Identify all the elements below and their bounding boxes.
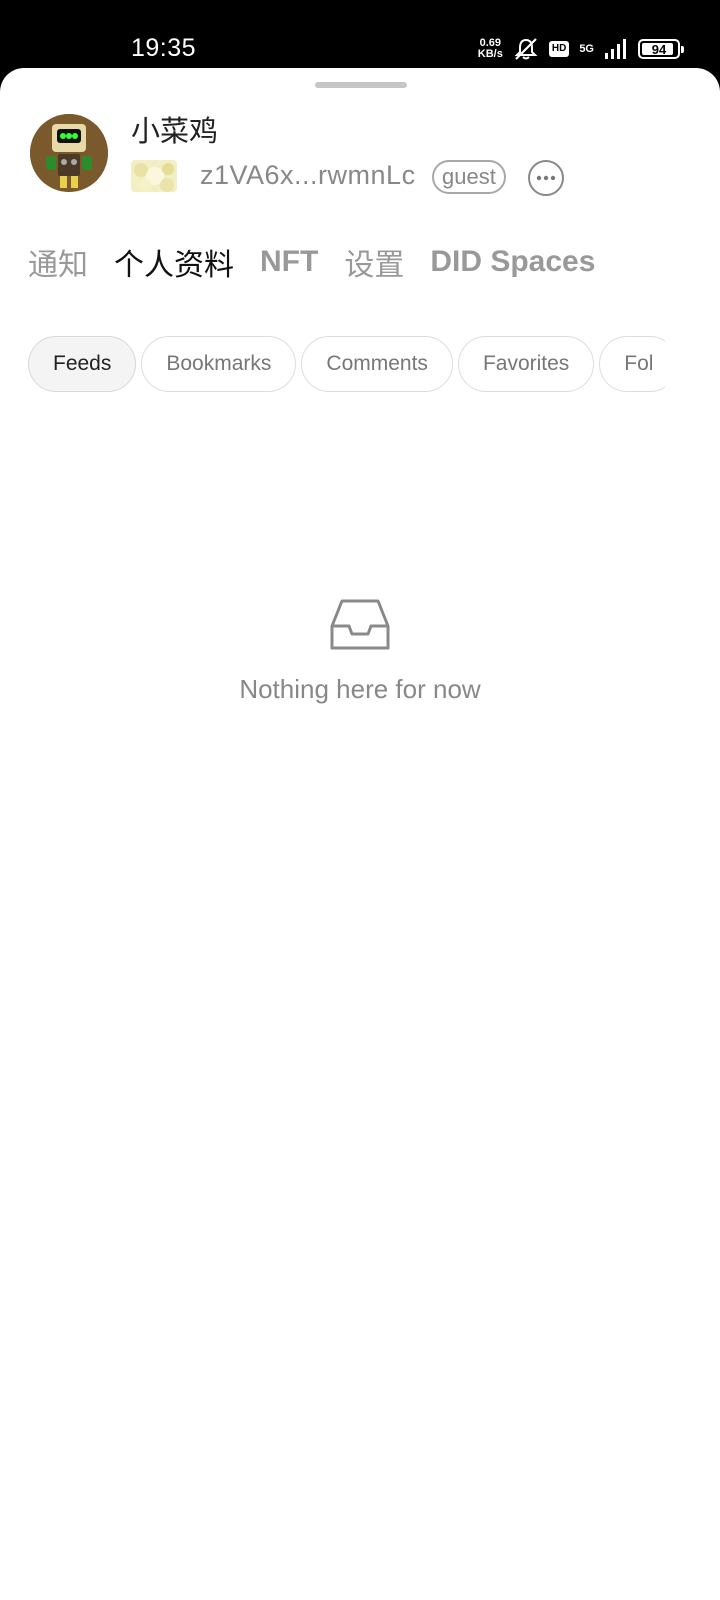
chip-bookmarks[interactable]: Bookmarks [141, 336, 297, 392]
main-tabs: 通知 个人资料 NFT 设置 DID Spaces [28, 240, 595, 284]
network-speed: 0.69 KB/s [478, 38, 503, 60]
empty-state-text: Nothing here for now [239, 674, 481, 704]
inbox-icon [330, 599, 390, 650]
tab-profile[interactable]: 个人资料 [114, 240, 234, 284]
username: 小菜鸡 [131, 116, 219, 148]
tab-nft[interactable]: NFT [260, 245, 318, 279]
hd-badge: HD [548, 41, 570, 57]
sheet-drag-handle[interactable] [315, 82, 407, 88]
chip-following[interactable]: Fol [599, 336, 665, 392]
mute-bell-icon [514, 38, 538, 60]
tab-did-spaces[interactable]: DID Spaces [430, 245, 595, 279]
did-avatar [131, 160, 177, 192]
did-address[interactable]: z1VA6x...rwmnLc [200, 160, 416, 191]
network-speed-unit: KB/s [477, 48, 503, 60]
status-bar: 19:35 0.69 KB/s HD 5G 94 [0, 0, 720, 70]
sub-tabs-scroller[interactable]: Feeds Bookmarks Comments Favorites Fol [28, 336, 665, 394]
battery-icon: 94 [638, 39, 684, 59]
chip-comments[interactable]: Comments [301, 336, 453, 392]
empty-state: Nothing here for now [0, 598, 720, 705]
profile-sheet: 小菜鸡 z1VA6x...rwmnLc guest 通知 个人资料 NFT 设置… [0, 68, 720, 1600]
more-options-button[interactable] [528, 160, 564, 196]
avatar[interactable] [30, 114, 108, 192]
role-badge: guest [432, 160, 506, 194]
status-time: 19:35 [131, 34, 197, 62]
chip-favorites[interactable]: Favorites [457, 336, 595, 392]
battery-level: 94 [651, 41, 667, 57]
ellipsis-icon [536, 175, 556, 181]
network-type: 5G [579, 42, 594, 55]
chip-feeds[interactable]: Feeds [28, 336, 137, 392]
tab-settings[interactable]: 设置 [344, 240, 404, 284]
tab-notifications[interactable]: 通知 [28, 240, 88, 284]
status-icons: 0.69 KB/s HD 5G 94 [478, 37, 684, 61]
signal-icon [605, 39, 626, 59]
